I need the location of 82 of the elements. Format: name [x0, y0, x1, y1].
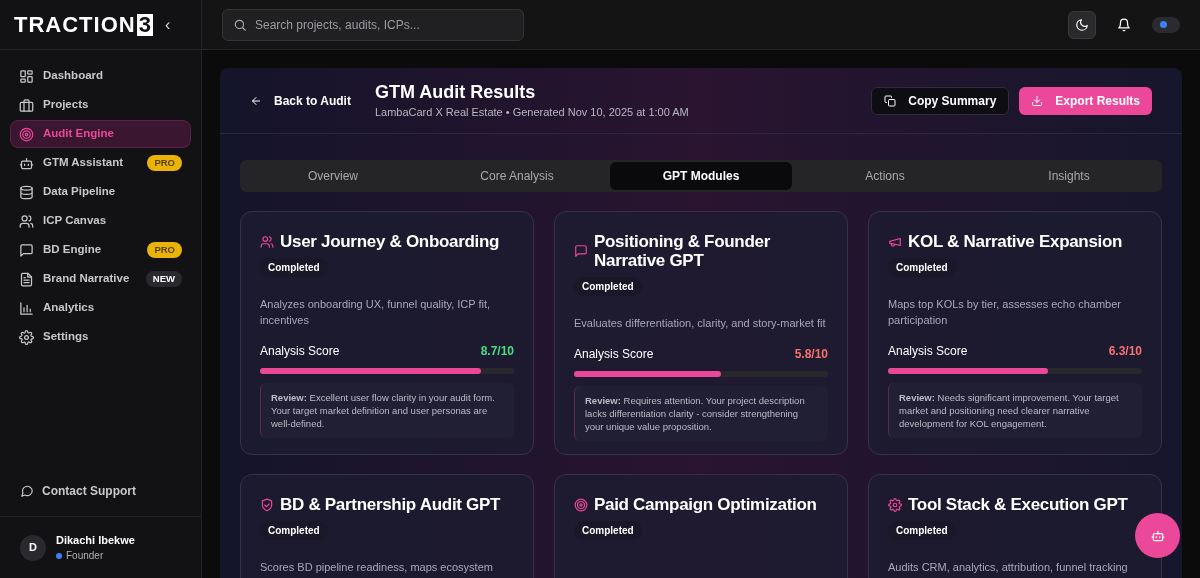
briefcase-icon: [19, 97, 34, 113]
bell-icon: [1117, 17, 1131, 32]
target-icon: [574, 497, 588, 512]
review-note: Review: Requires attention. Your project description lacks differentiation clarity - consider strengthening your unique value proposition.: [574, 386, 828, 441]
copy-button[interactable]: Copy Summary: [871, 86, 1010, 115]
grid-icon: [19, 68, 34, 84]
score-label: Analysis Score: [888, 343, 968, 360]
card-title: User Journey & Onboarding: [280, 232, 500, 251]
chat-icon: [19, 242, 34, 258]
page-title: GTM Audit Results: [374, 81, 537, 104]
sidebar-item[interactable]: Projects: [10, 91, 191, 119]
score-label: Analysis Score: [260, 343, 340, 360]
status-badge: Completed: [888, 521, 956, 540]
sidebar-item[interactable]: Data Pipeline: [10, 178, 191, 206]
page-subtitle: LambaCard X Real Estate • Generated Nov 10, 2025 at 1:00 AM: [374, 104, 689, 120]
robot-icon: [1150, 528, 1165, 543]
card-title: Paid Campaign Optimization: [594, 495, 817, 514]
score-value: 5.8/10: [794, 346, 828, 363]
export-button[interactable]: Export Results: [1019, 86, 1152, 115]
sidebar-item[interactable]: Audit Engine: [10, 120, 191, 148]
badge: NEW: [145, 270, 182, 288]
score-value: 8.7/10: [480, 343, 514, 360]
sidebar-item[interactable]: GTM Assistant PRO: [10, 149, 191, 177]
settings-icon: [888, 497, 902, 512]
settings-icon: [19, 329, 34, 345]
tab[interactable]: Overview: [242, 162, 424, 190]
card-description: Audits CRM, analytics, attribution, funnel tracking: [888, 560, 1129, 575]
card-title: KOL & Narrative Expansion: [908, 232, 1123, 251]
document-icon: [19, 271, 34, 287]
tab[interactable]: Core Analysis: [426, 162, 608, 190]
sidebar-item[interactable]: Analytics: [10, 294, 191, 322]
back-arrow-icon: [250, 94, 262, 107]
sidebar-item[interactable]: Settings: [10, 323, 191, 351]
card-description: Evaluates differentiation, clarity, and story-market fit: [574, 316, 827, 331]
badge: PRO: [147, 241, 182, 259]
search-icon: [233, 17, 247, 32]
robot-icon: [19, 155, 34, 171]
shield-icon: [260, 497, 274, 512]
contact-support-link[interactable]: Contact Support: [0, 476, 201, 506]
status-badge: Completed: [574, 277, 642, 296]
toggle-switch[interactable]: [1152, 16, 1180, 33]
search-field[interactable]: Search projects, audits, ICPs...: [255, 15, 513, 34]
card-description: Maps top KOLs by tier, assesses echo chamber participation: [888, 297, 1122, 328]
sidebar-item[interactable]: Dashboard: [10, 62, 191, 90]
bar-chart-icon: [19, 300, 34, 316]
user-role: Founder: [66, 549, 104, 564]
logo: TRACTION 3: [14, 13, 153, 36]
status-badge: Completed: [888, 258, 956, 277]
chat-bubble-icon: [20, 484, 34, 498]
card-description: Scores BD pipeline readiness, maps ecosystem: [260, 560, 494, 575]
score-value: 6.3/10: [1108, 343, 1142, 360]
users-icon: [260, 234, 274, 249]
copy-icon: [884, 94, 897, 107]
status-badge: Completed: [260, 521, 328, 540]
back-link[interactable]: Back to Audit: [250, 91, 351, 110]
status-badge: Completed: [574, 521, 642, 540]
target-icon: [19, 126, 34, 142]
tab[interactable]: Insights: [978, 162, 1160, 190]
database-icon: [19, 184, 34, 200]
tab[interactable]: GPT Modules: [610, 162, 792, 190]
download-icon: [1031, 94, 1044, 107]
sidebar-item[interactable]: BD Engine PRO: [10, 236, 191, 264]
score-label: Analysis Score: [574, 346, 654, 363]
sidebar-item[interactable]: ICP Canvas: [10, 207, 191, 235]
theme-toggle-button[interactable]: [1068, 10, 1096, 39]
tab[interactable]: Actions: [794, 162, 976, 190]
status-badge: Completed: [260, 258, 328, 277]
card-title: Tool Stack & Execution GPT: [908, 495, 1128, 514]
avatar: D: [20, 534, 46, 561]
card-description: Analyzes onboarding UX, funnel quality, ICP fit, incentives: [260, 297, 492, 328]
chat-icon: [574, 244, 588, 258]
users-icon: [19, 213, 34, 229]
badge: PRO: [147, 154, 182, 172]
search-bar[interactable]: Search projects, audits, ICPs...: [222, 8, 524, 41]
sidebar-item[interactable]: Brand Narrative NEW: [10, 265, 191, 293]
user-name: Dikachi Ibekwe: [56, 532, 135, 548]
card-title: BD & Partnership Audit GPT: [280, 495, 501, 514]
card-title: Positioning & Founder Narrative GPT: [594, 232, 771, 270]
review-note: Review: Excellent user flow clarity in your audit form. Your target market definition and user personas are well-defined.: [260, 383, 514, 438]
moon-icon: [1075, 17, 1089, 32]
review-note: Review: Needs significant improvement. Your target market and positioning need clearer narrative development for KOL engagement.: [888, 383, 1142, 438]
collapse-button[interactable]: ‹: [164, 16, 171, 33]
